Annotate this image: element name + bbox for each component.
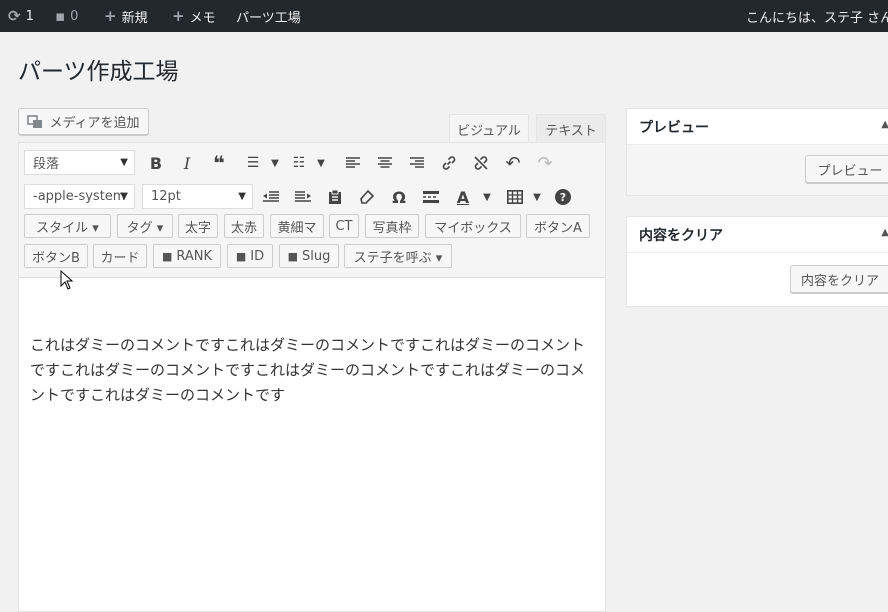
site-label: パーツ工場 <box>236 10 301 26</box>
quicktag-button[interactable]: 太字 <box>178 214 218 238</box>
slug-button[interactable]: ■ Slug <box>279 244 339 268</box>
book-icon: ■ <box>161 249 173 263</box>
align-right-icon[interactable] <box>403 149 431 177</box>
svg-text:?: ? <box>560 191 566 204</box>
format-select-value: 段落 <box>33 157 60 172</box>
id-button[interactable]: ■ ID <box>227 244 273 268</box>
id-label: ID <box>250 248 265 264</box>
editor-content[interactable]: これはダミーのコメントですこれはダミーのコメントですこれはダミーのコメントですこ… <box>30 333 596 408</box>
chevron-down-icon[interactable]: ▼ <box>307 149 335 177</box>
editor-toolbar: 段落 ▼ B I ❝ ☰ ▼ ☷ ▼ ↶ ↷ -apple-system ▼ 1… <box>19 143 605 278</box>
align-left-icon[interactable] <box>339 149 367 177</box>
format-select[interactable]: 段落 ▼ <box>24 150 135 175</box>
quicktag-button[interactable]: ステ子を呼ぶ ▾ <box>344 244 452 268</box>
tab-visual[interactable]: ビジュアル <box>449 114 529 143</box>
font-family-select[interactable]: -apple-system ▼ <box>24 184 135 209</box>
quicktag-button[interactable]: カード <box>93 244 147 268</box>
clear-content-button[interactable]: 内容をクリア <box>790 265 888 293</box>
preview-box: プレビュー ▲ プレビュー <box>626 108 888 196</box>
clear-content-box: 内容をクリア ▲ 内容をクリア <box>626 216 888 307</box>
greeting: こんにちは、ステ子 さん <box>746 10 888 26</box>
bold-icon[interactable]: B <box>142 149 170 177</box>
book-icon: ■ <box>287 249 299 263</box>
mouse-cursor-icon <box>60 270 74 290</box>
quicktag-button[interactable]: 黄細マ <box>270 214 324 238</box>
new-label: 新規 <box>121 10 148 26</box>
redo-icon[interactable]: ↷ <box>531 149 559 177</box>
indent-icon[interactable] <box>289 183 317 211</box>
rank-label: RANK <box>176 248 213 264</box>
font-size-value: 12pt <box>151 189 181 204</box>
quicktag-button[interactable]: ボタンA <box>526 214 590 238</box>
quicktag-button[interactable]: タグ ▾ <box>117 214 173 238</box>
add-media-label: メディアを追加 <box>49 116 140 131</box>
preview-button[interactable]: プレビュー <box>805 155 888 183</box>
account-menu[interactable]: こんにちは、ステ子 さん <box>746 0 888 32</box>
quicktag-button[interactable]: マイボックス <box>425 214 521 238</box>
memo-label: メモ <box>189 10 216 26</box>
add-media-button[interactable]: メディアを追加 <box>18 108 149 135</box>
media-icon <box>27 114 43 128</box>
help-icon[interactable]: ? <box>549 183 577 211</box>
align-center-icon[interactable] <box>371 149 399 177</box>
updates-count: 1 <box>25 8 34 24</box>
tab-text[interactable]: テキスト <box>536 114 606 143</box>
preview-box-title: プレビュー <box>627 109 888 145</box>
italic-icon[interactable]: I <box>173 149 201 177</box>
memo-menu[interactable]: + メモ <box>172 0 216 32</box>
chevron-down-icon: ▼ <box>120 157 128 168</box>
undo-icon[interactable]: ↶ <box>499 149 527 177</box>
admin-bar: ⟳ 1 ▪ 0 + 新規 + メモ パーツ工場 こんにちは、ステ子 さん <box>0 0 888 32</box>
chevron-down-icon[interactable]: ▼ <box>523 183 551 211</box>
toggle-arrow-icon[interactable]: ▲ <box>881 119 888 130</box>
read-more-icon[interactable] <box>417 183 445 211</box>
special-character-icon[interactable]: Ω <box>385 183 413 211</box>
paste-text-icon[interactable] <box>321 183 349 211</box>
quicktag-button[interactable]: 太赤 <box>224 214 264 238</box>
slug-label: Slug <box>302 248 331 264</box>
site-menu[interactable]: パーツ工場 <box>236 0 301 32</box>
updates-menu[interactable]: ⟳ 1 <box>8 0 34 32</box>
blockquote-icon[interactable]: ❝ <box>205 149 233 177</box>
plus-icon: + <box>172 7 185 25</box>
comments-count: 0 <box>70 8 79 24</box>
quicktag-button[interactable]: CT <box>329 214 359 238</box>
quicktag-button[interactable]: 写真枠 <box>365 214 419 238</box>
clear-formatting-icon[interactable] <box>353 183 381 211</box>
chevron-down-icon[interactable]: ▼ <box>473 183 501 211</box>
font-size-select[interactable]: 12pt ▼ <box>142 184 253 209</box>
quicktag-button[interactable]: スタイル ▾ <box>24 214 111 238</box>
chevron-down-icon: ▼ <box>120 191 128 202</box>
refresh-icon: ⟳ <box>8 7 21 25</box>
book-icon: ■ <box>235 249 247 263</box>
comments-menu[interactable]: ▪ 0 <box>55 0 78 32</box>
comment-icon: ▪ <box>55 7 66 25</box>
link-icon[interactable] <box>435 149 463 177</box>
editor-area: 段落 ▼ B I ❝ ☰ ▼ ☷ ▼ ↶ ↷ -apple-system ▼ 1… <box>18 142 606 612</box>
rank-button[interactable]: ■ RANK <box>153 244 221 268</box>
toggle-arrow-icon[interactable]: ▲ <box>881 227 888 238</box>
plus-icon: + <box>104 7 117 25</box>
page-title: パーツ作成工場 <box>18 59 179 85</box>
font-family-value: -apple-system <box>33 189 126 204</box>
chevron-down-icon: ▼ <box>238 191 246 202</box>
clear-content-box-title: 内容をクリア <box>627 217 888 253</box>
quicktag-button[interactable]: ボタンB <box>24 244 88 268</box>
new-menu[interactable]: + 新規 <box>104 0 148 32</box>
unlink-icon[interactable] <box>467 149 495 177</box>
outdent-icon[interactable] <box>257 183 285 211</box>
